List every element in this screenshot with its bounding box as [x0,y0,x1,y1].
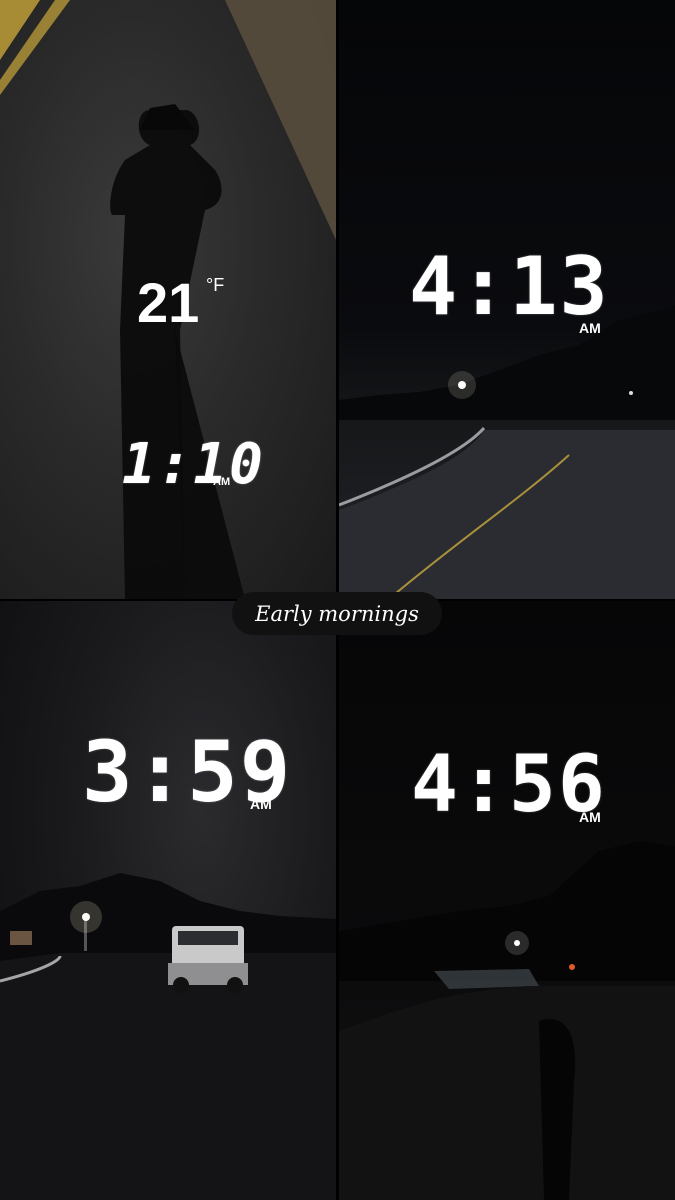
truck-scene [0,873,336,1200]
time-display: 4:56 [411,740,607,830]
temperature-unit: °F [206,275,225,295]
photo-night-street: 4:13 AM [339,0,675,599]
temperature-value: 21 [137,271,200,334]
photo-dark-road-shadow: 4:56 AM [339,601,675,1200]
am-pm-label: AM [579,320,601,336]
am-pm-label: AM [579,809,601,825]
am-pm-label: AM [250,796,272,812]
photo-shadow-road: 21 °F 1:10 AM [0,0,336,599]
dark-road-scene [339,841,675,1200]
photo-cloudy-truck: 3:59 AM [0,601,336,1200]
am-pm-label: AM [213,476,231,488]
time-display: 1:10 [122,432,265,497]
story-caption[interactable]: Early mornings [232,592,442,635]
